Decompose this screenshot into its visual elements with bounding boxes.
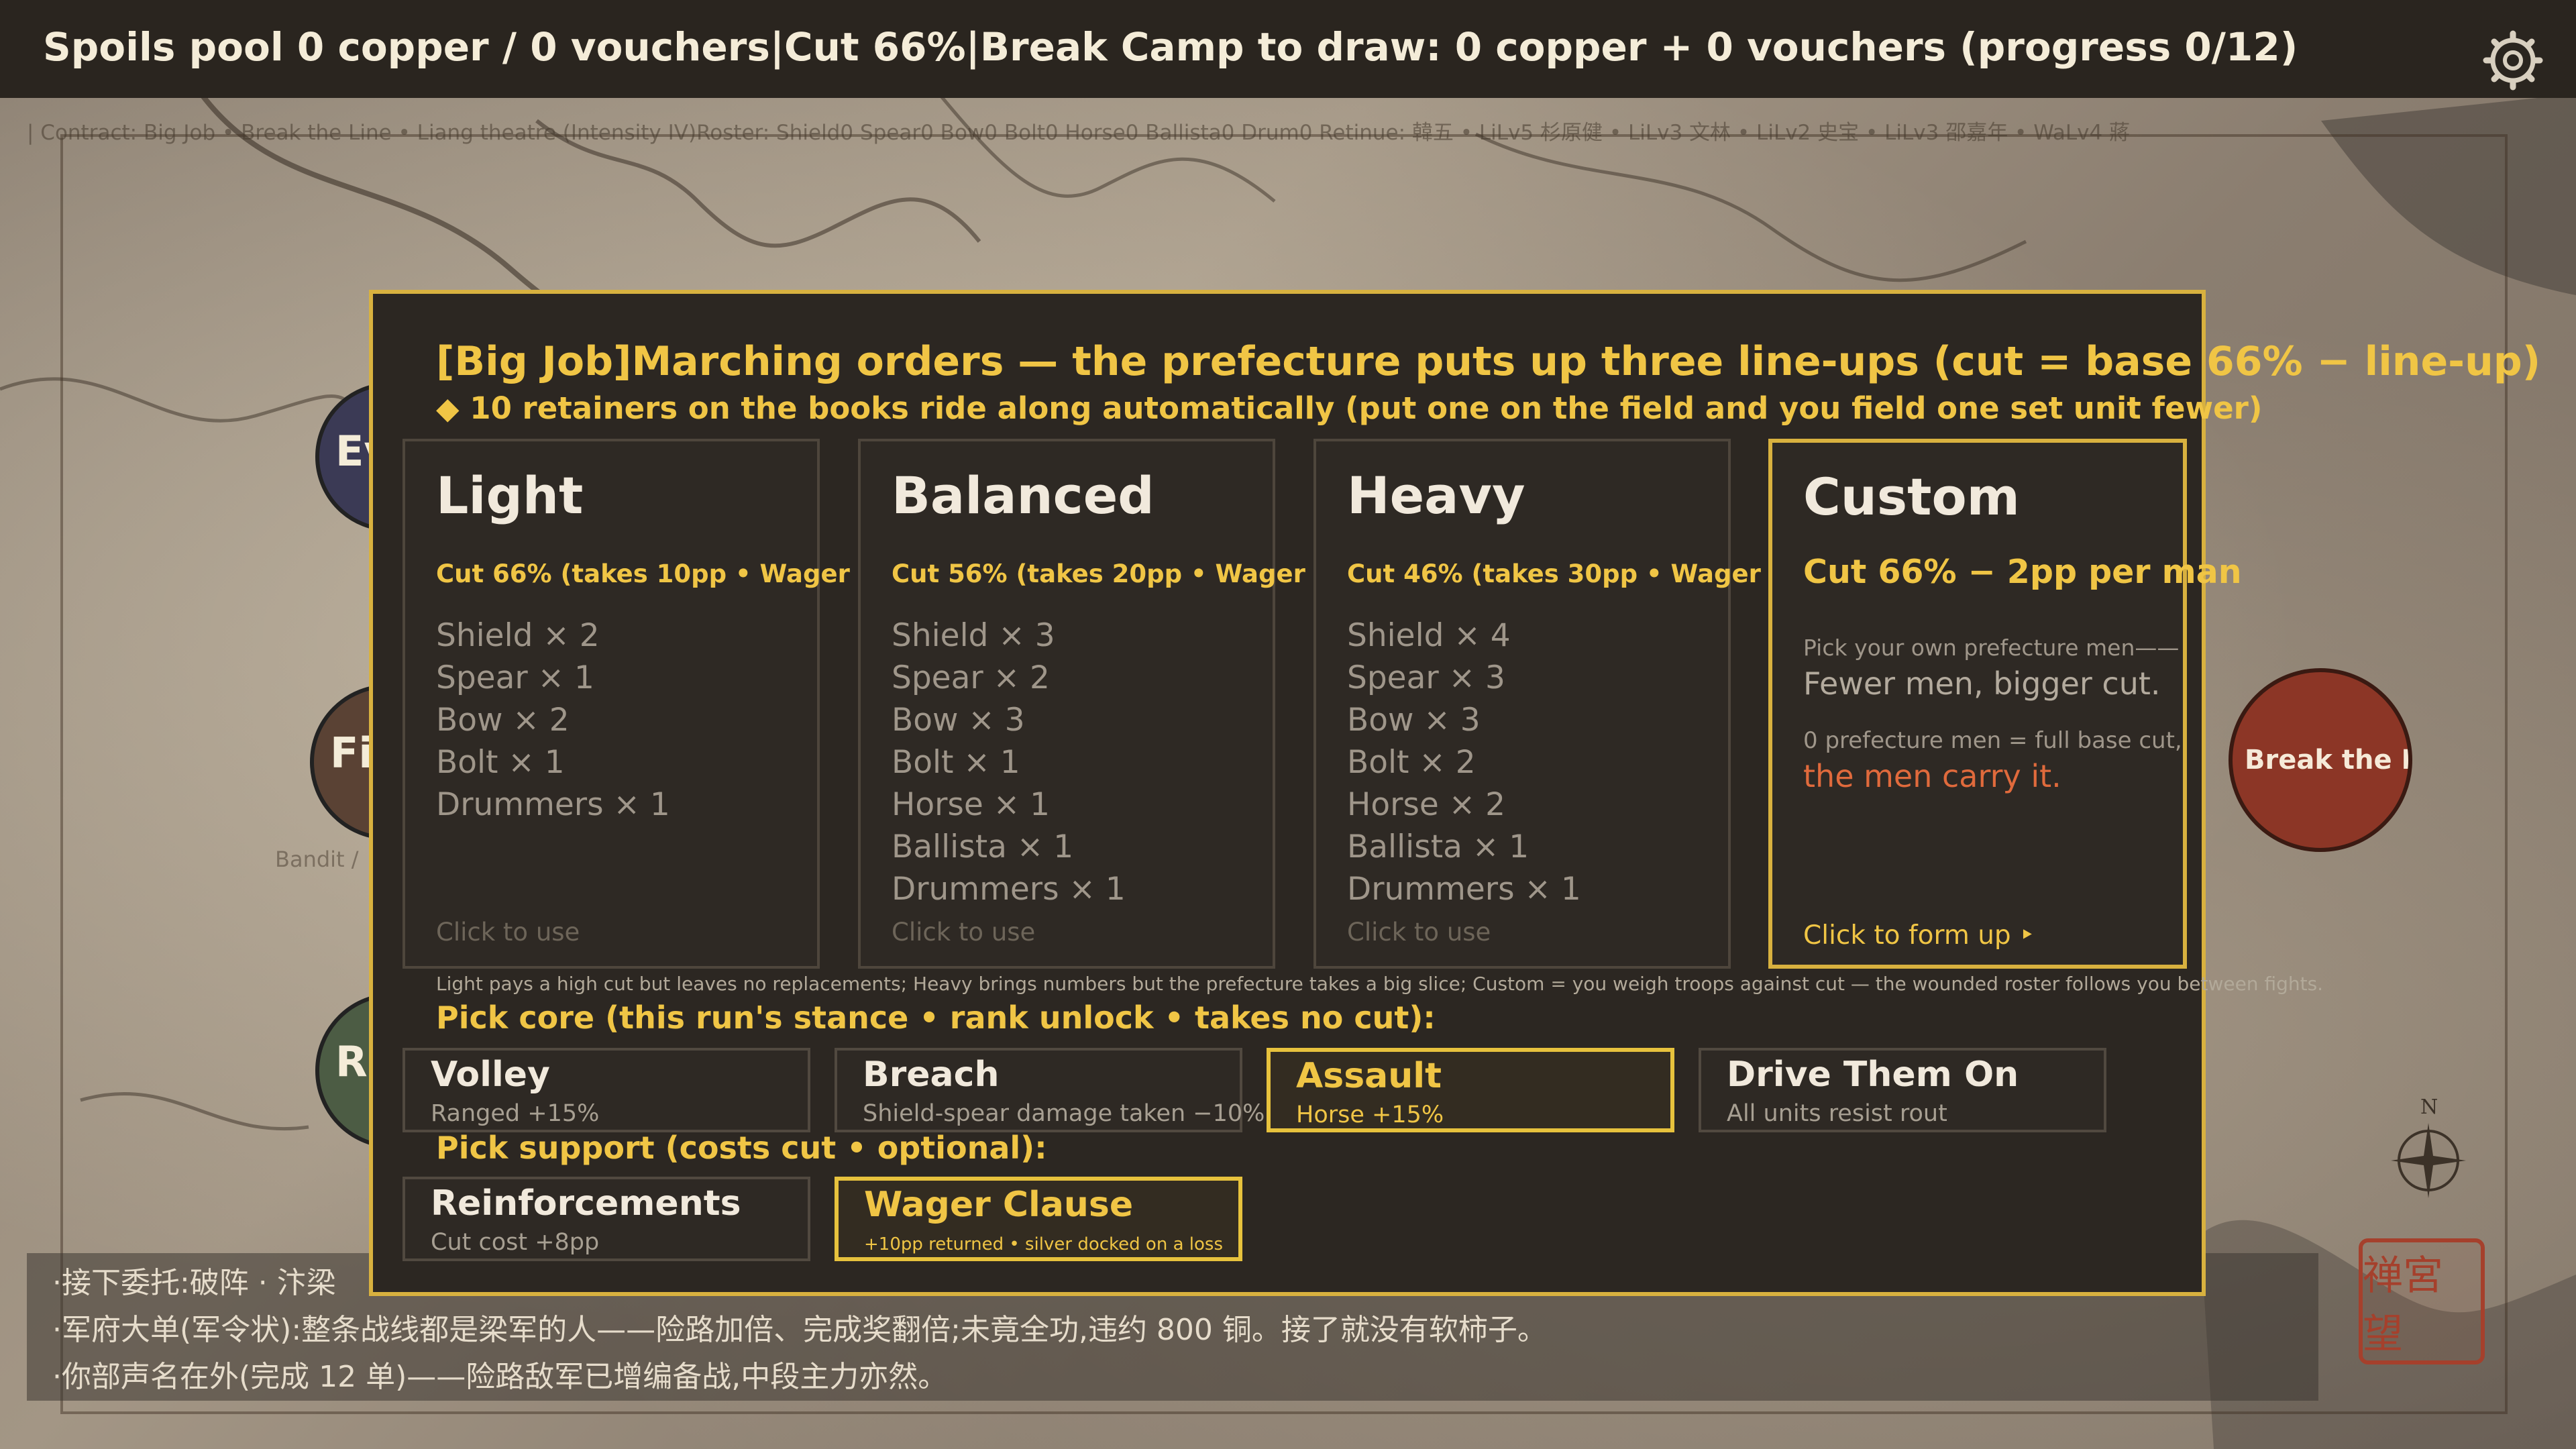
map-node-break-the-line[interactable]: Break the Li: [2229, 668, 2412, 852]
top-status-bar: Spoils pool 0 copper / 0 vouchers|Cut 66…: [0, 0, 2576, 98]
dialog-title: [Big Job]Marching orders — the prefectur…: [436, 338, 2541, 385]
custom-description: 0 prefecture men = full base cut,: [1803, 727, 2182, 754]
option-description: +10pp returned • silver docked on a loss: [864, 1234, 1224, 1254]
unit-entry: Ballista × 1: [1347, 828, 1529, 865]
core-option-volley[interactable]: Volley Ranged +15%: [402, 1048, 810, 1132]
option-name: Drive Them On: [1727, 1055, 2019, 1095]
unit-entry: Drummers × 1: [892, 871, 1126, 908]
map-region-label: Bandit /: [275, 847, 359, 872]
lineup-explanation-note: Light pays a high cut but leaves no repl…: [436, 973, 2324, 995]
click-to-use-hint: Click to use: [436, 918, 580, 947]
unit-entry: Spear × 2: [892, 659, 1050, 696]
log-line: ·你部声名在外(完成 12 单)——险路敌军已增编备战,中段主力亦然。: [52, 1360, 948, 1394]
lineup-card-heavy[interactable]: Heavy Cut 46% (takes 30pp • Wager Shield…: [1313, 439, 1761, 969]
option-name: Wager Clause: [864, 1185, 1134, 1225]
option-name: Volley: [431, 1055, 550, 1095]
unit-entry: Shield × 2: [436, 617, 600, 654]
compass-north-label: N: [2420, 1095, 2438, 1119]
gear-icon[interactable]: [2482, 30, 2544, 91]
support-option-wager-clause[interactable]: Wager Clause +10pp returned • silver doc…: [835, 1177, 1242, 1261]
lineup-cut: Cut 46% (takes 30pp • Wager: [1347, 559, 1761, 588]
option-description: Cut cost +8pp: [431, 1229, 600, 1256]
support-option-reinforcements[interactable]: Reinforcements Cut cost +8pp: [402, 1177, 810, 1261]
lineup-name: Heavy: [1347, 466, 1525, 525]
option-name: Breach: [863, 1055, 1000, 1095]
support-section-label: Pick support (costs cut • optional):: [436, 1130, 1047, 1166]
option-description: Shield-spear damage taken −10%: [863, 1100, 1265, 1127]
unit-entry: Bolt × 1: [436, 744, 565, 781]
unit-entry: Horse × 2: [1347, 786, 1505, 823]
lineup-unit-list: Shield × 2 Spear × 1 Bow × 2 Bolt × 1 Dr…: [436, 614, 670, 826]
unit-entry: Spear × 1: [436, 659, 594, 696]
log-line: ·军府大单(军令状):整条战线都是梁军的人——险路加倍、完成奖翻倍;未竟全功,违…: [52, 1313, 1547, 1347]
compass-rose-icon: N: [2391, 1095, 2466, 1198]
unit-entry: Bolt × 1: [892, 744, 1020, 781]
option-description: Horse +15%: [1296, 1102, 1444, 1128]
lineup-cut: Cut 56% (takes 20pp • Wager: [892, 559, 1305, 588]
lineup-cut: Cut 66% − 2pp per man: [1803, 553, 2242, 591]
lineup-name: Light: [436, 466, 584, 525]
unit-entry: Drummers × 1: [1347, 871, 1581, 908]
lineup-cut: Cut 66% (takes 10pp • Wager: [436, 559, 850, 588]
unit-entry: Bow × 3: [892, 702, 1025, 739]
unit-entry: Bow × 2: [436, 702, 570, 739]
core-option-breach[interactable]: Breach Shield-spear damage taken −10%: [835, 1048, 1265, 1132]
lineup-name: Custom: [1803, 467, 2020, 527]
unit-entry: Shield × 4: [1347, 617, 1511, 654]
click-to-use-hint: Click to use: [892, 918, 1036, 947]
unit-entry: Bow × 3: [1347, 702, 1481, 739]
map-node-label: R: [335, 1037, 368, 1086]
custom-warning: the men carry it.: [1803, 758, 2061, 794]
lineup-card-light[interactable]: Light Cut 66% (takes 10pp • Wager Shield…: [402, 439, 850, 969]
log-line: ·接下委托:破阵 · 汴梁: [52, 1266, 336, 1300]
option-description: All units resist rout: [1727, 1100, 1947, 1127]
dialog-subtitle: ◆ 10 retainers on the books ride along a…: [436, 390, 2263, 426]
map-node-label: Break the Li: [2245, 745, 2412, 775]
option-name: Assault: [1296, 1056, 1442, 1096]
custom-description: Pick your own prefecture men——: [1803, 635, 2180, 661]
spoils-status: Spoils pool 0 copper / 0 vouchers|Cut 66…: [43, 24, 2298, 70]
unit-entry: Bolt × 2: [1347, 744, 1476, 781]
unit-entry: Ballista × 1: [892, 828, 1074, 865]
form-up-link[interactable]: Click to form up ‣: [1803, 920, 2035, 951]
click-to-use-hint: Click to use: [1347, 918, 1491, 947]
custom-description: Fewer men, bigger cut.: [1803, 665, 2161, 702]
lineup-unit-list: Shield × 3 Spear × 2 Bow × 3 Bolt × 1 Ho…: [892, 614, 1126, 910]
lineup-card-custom[interactable]: Custom Cut 66% − 2pp per man Pick your o…: [1768, 439, 2242, 969]
core-option-drive-them-on[interactable]: Drive Them On All units resist rout: [1699, 1048, 2106, 1132]
unit-entry: Drummers × 1: [436, 786, 670, 823]
contract-summary: | Contract: Big Job • Break the Line • L…: [27, 121, 2131, 145]
unit-entry: Shield × 3: [892, 617, 1055, 654]
unit-entry: Spear × 3: [1347, 659, 1505, 696]
red-seal-stamp: 禅宮 望: [2359, 1238, 2485, 1364]
lineup-unit-list: Shield × 4 Spear × 3 Bow × 3 Bolt × 2 Ho…: [1347, 614, 1581, 910]
marching-orders-dialog: [Big Job]Marching orders — the prefectur…: [369, 290, 2540, 1296]
core-section-label: Pick core (this run's stance • rank unlo…: [436, 1000, 1436, 1036]
option-name: Reinforcements: [431, 1183, 741, 1224]
lineup-name: Balanced: [892, 466, 1155, 525]
core-option-assault[interactable]: Assault Horse +15%: [1267, 1048, 1674, 1132]
option-description: Ranged +15%: [431, 1100, 600, 1127]
lineup-card-balanced[interactable]: Balanced Cut 56% (takes 20pp • Wager Shi…: [858, 439, 1305, 969]
unit-entry: Horse × 1: [892, 786, 1050, 823]
